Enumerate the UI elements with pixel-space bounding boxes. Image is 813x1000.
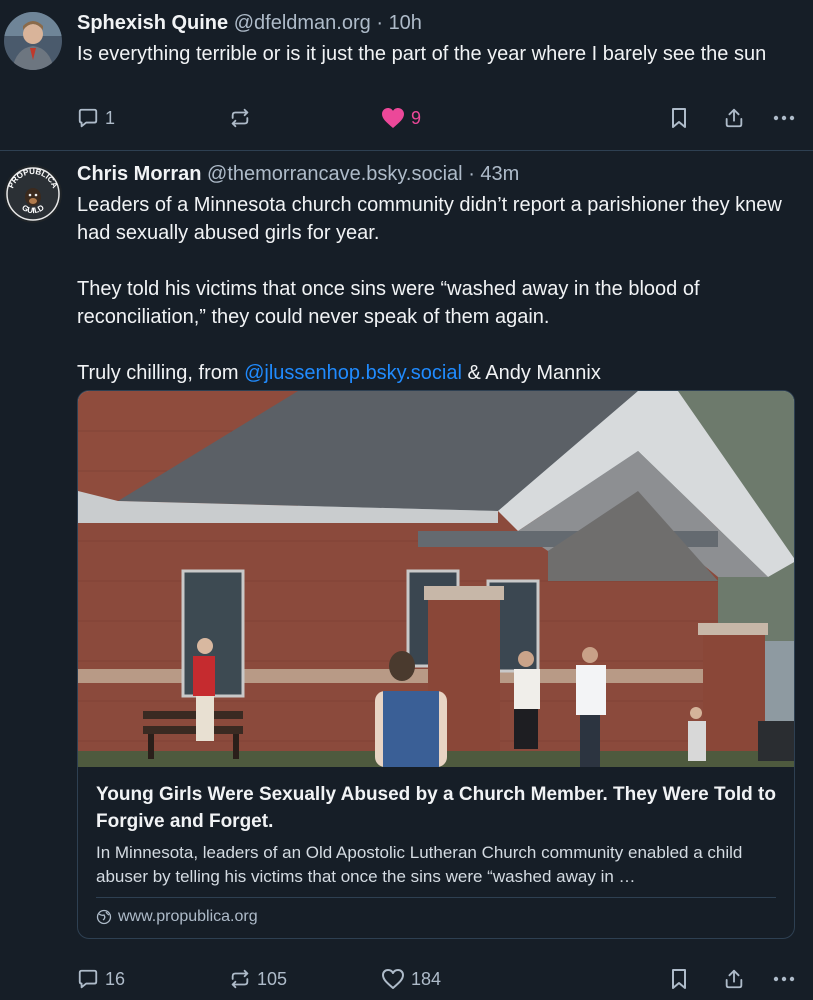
- paragraph-break: [77, 331, 795, 359]
- post-text: Is everything terrible or is it just the…: [77, 40, 795, 68]
- post-header: Chris Morran @themorrancave.bsky.social …: [77, 161, 795, 187]
- like-button[interactable]: 9: [381, 107, 531, 129]
- ellipsis-icon: [773, 976, 795, 982]
- reply-button[interactable]: 16: [77, 968, 229, 990]
- post-text-paragraph: They told his victims that once sins wer…: [77, 278, 700, 328]
- heart-filled-icon: [382, 108, 404, 128]
- display-name[interactable]: Sphexish Quine: [77, 12, 228, 34]
- separator-dot: ·: [376, 12, 383, 34]
- more-options-button[interactable]: [773, 115, 795, 121]
- post-chris-morran[interactable]: PROPUBLICA GUILD Chris Morran @themorran…: [0, 151, 813, 1000]
- share-button[interactable]: [723, 107, 745, 129]
- timestamp[interactable]: 43m: [480, 163, 519, 185]
- bookmark-icon: [672, 969, 686, 989]
- mention-link[interactable]: @jlussenhop.bsky.social: [244, 362, 462, 384]
- separator-dot: ·: [468, 163, 475, 185]
- link-preview-card[interactable]: Young Girls Were Sexually Abused by a Ch…: [77, 390, 795, 939]
- link-preview-title: Young Girls Were Sexually Abused by a Ch…: [96, 784, 776, 832]
- bookmark-icon: [672, 108, 686, 128]
- reply-icon: [78, 969, 98, 989]
- share-icon: [725, 108, 743, 128]
- post-sphexish-quine[interactable]: Sphexish Quine @dfeldman.org · 10h Is ev…: [0, 0, 813, 151]
- reply-icon: [78, 108, 98, 128]
- reply-count: 16: [105, 968, 126, 989]
- post-text-paragraph: Leaders of a Minnesota church community …: [77, 194, 782, 244]
- globe-icon: [96, 909, 112, 925]
- reply-button[interactable]: 1: [77, 107, 229, 129]
- post-text-paragraph: Truly chilling, from @jlussenhop.bsky.so…: [77, 359, 795, 387]
- share-button[interactable]: [723, 968, 745, 990]
- more-options-button[interactable]: [773, 976, 795, 982]
- avatar[interactable]: [4, 12, 62, 70]
- timestamp[interactable]: 10h: [389, 12, 422, 34]
- like-button[interactable]: 184: [381, 968, 531, 990]
- post-text: Leaders of a Minnesota church community …: [77, 191, 795, 387]
- closing-suffix: & Andy Mannix: [461, 362, 601, 384]
- repost-icon: [231, 108, 249, 128]
- post-text-paragraph: Is everything terrible or is it just the…: [77, 43, 767, 65]
- closing-prefix: Truly chilling, from: [77, 362, 245, 384]
- post-actions: 16 105 184: [77, 964, 795, 994]
- repost-button[interactable]: 105: [229, 968, 381, 990]
- bookmark-button[interactable]: [669, 107, 689, 129]
- repost-button[interactable]: [229, 107, 381, 129]
- handle[interactable]: @themorrancave.bsky.social: [207, 163, 463, 185]
- like-count: 9: [411, 107, 422, 128]
- paragraph-break: [77, 247, 795, 275]
- like-count: 184: [411, 968, 442, 989]
- domain-text: www.propublica.org: [118, 908, 258, 925]
- link-preview-description: In Minnesota, leaders of an Old Apostoli…: [96, 843, 743, 886]
- avatar[interactable]: PROPUBLICA GUILD: [4, 165, 62, 223]
- repost-icon: [231, 969, 249, 989]
- repost-count: 105: [257, 968, 288, 989]
- heart-outline-icon: [382, 969, 404, 989]
- ellipsis-icon: [773, 115, 795, 121]
- reply-count: 1: [105, 107, 116, 128]
- bookmark-button[interactable]: [669, 968, 689, 990]
- post-header: Sphexish Quine @dfeldman.org · 10h: [77, 10, 795, 36]
- post-actions: 1 9: [77, 103, 795, 133]
- handle[interactable]: @dfeldman.org: [234, 12, 371, 34]
- link-preview-domain: www.propublica.org: [96, 898, 776, 926]
- share-icon: [725, 969, 743, 989]
- link-preview-image: [78, 391, 794, 767]
- display-name[interactable]: Chris Morran: [77, 163, 201, 185]
